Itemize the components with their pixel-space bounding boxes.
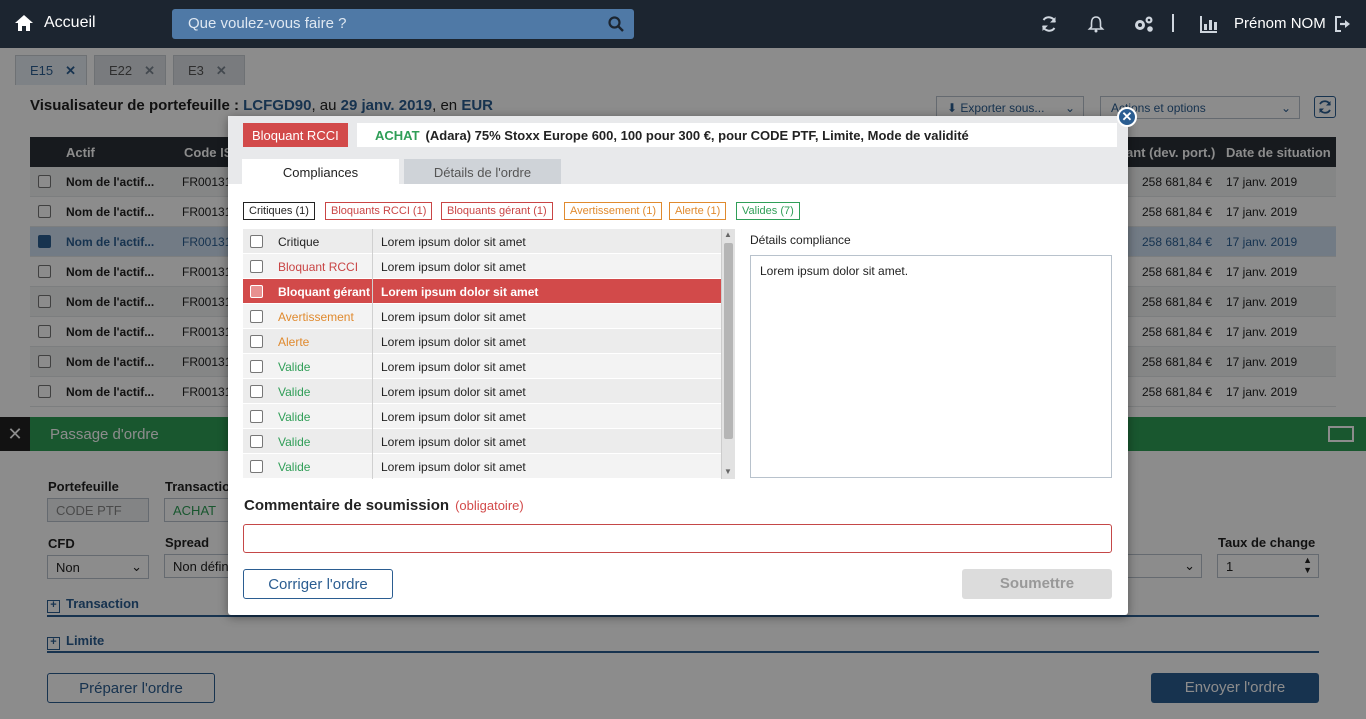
compliance-scrollbar[interactable]: ▲ ▼	[721, 229, 735, 479]
gears-icon[interactable]	[1133, 15, 1155, 33]
user-name[interactable]: Prénom NOM	[1234, 15, 1326, 32]
comment-input[interactable]	[243, 524, 1112, 553]
compliance-text: Lorem ipsum dolor sit amet	[381, 235, 526, 249]
details-textbox[interactable]: Lorem ipsum dolor sit amet.	[750, 255, 1112, 478]
refresh-icon[interactable]	[1040, 15, 1058, 33]
compliance-modal: Bloquant RCCI ACHAT (Adara) 75% Stoxx Eur…	[228, 107, 1137, 615]
row-checkbox[interactable]	[250, 360, 263, 373]
compliance-row[interactable]: Bloquant RCCI Lorem ipsum dolor sit amet	[243, 254, 721, 279]
submit-button[interactable]: Soumettre	[962, 569, 1112, 599]
comment-required-note: (obligatoire)	[455, 498, 524, 513]
compliance-filters: Critiques (1) Bloquants RCCI (1) Bloquants…	[243, 202, 843, 220]
compliance-text: Lorem ipsum dolor sit amet	[381, 460, 526, 474]
row-checkbox[interactable]	[250, 385, 263, 398]
home-icon	[15, 15, 33, 31]
compliance-row[interactable]: Valide Lorem ipsum dolor sit amet	[243, 354, 721, 379]
top-bar: Accueil Que voulez-vous faire ? Prénom N…	[0, 0, 1366, 48]
order-type: ACHAT	[375, 128, 420, 143]
compliance-type: Valide	[271, 354, 373, 379]
compliance-text: Lorem ipsum dolor sit amet	[381, 360, 526, 374]
row-checkbox[interactable]	[250, 410, 263, 423]
compliance-row[interactable]: Alerte Lorem ipsum dolor sit amet	[243, 329, 721, 354]
compliance-table: Critique Lorem ipsum dolor sit amet Bloqua…	[243, 229, 735, 479]
filter-chip[interactable]: Critiques (1)	[243, 202, 315, 220]
modal-header: Bloquant RCCI ACHAT (Adara) 75% Stoxx Eur…	[228, 116, 1128, 184]
chart-icon[interactable]	[1200, 15, 1218, 33]
close-modal-icon[interactable]: ✕	[1117, 107, 1137, 127]
compliance-type: Valide	[271, 379, 373, 404]
compliance-type: Critique	[271, 229, 373, 254]
row-checkbox[interactable]	[250, 260, 263, 273]
compliance-row[interactable]: Valide Lorem ipsum dolor sit amet	[243, 454, 721, 479]
scroll-up-icon[interactable]: ▲	[724, 230, 732, 239]
filter-chip[interactable]: Bloquants RCCI (1)	[325, 202, 433, 220]
logout-icon[interactable]	[1334, 15, 1352, 33]
compliance-row[interactable]: Valide Lorem ipsum dolor sit amet	[243, 404, 721, 429]
row-checkbox[interactable]	[250, 335, 263, 348]
compliance-text: Lorem ipsum dolor sit amet	[381, 435, 526, 449]
compliance-row[interactable]: Bloquant gérant Lorem ipsum dolor sit ame…	[243, 279, 721, 304]
filter-chip[interactable]: Valides (7)	[736, 202, 800, 220]
details-label: Détails compliance	[750, 233, 851, 247]
compliance-type: Valide	[271, 454, 373, 479]
order-summary: ACHAT (Adara) 75% Stoxx Europe 600, 100 p…	[357, 123, 1117, 147]
row-checkbox[interactable]	[250, 285, 263, 298]
compliance-text: Lorem ipsum dolor sit amet	[381, 410, 526, 424]
compliance-text: Lorem ipsum dolor sit amet	[381, 310, 526, 324]
scrollbar-thumb[interactable]	[724, 243, 733, 439]
order-description: (Adara) 75% Stoxx Europe 600, 100 pour 3…	[425, 128, 969, 143]
search-placeholder: Que voulez-vous faire ?	[188, 15, 347, 32]
tab-order-details[interactable]: Détails de l'ordre	[404, 159, 561, 184]
filter-chip[interactable]: Bloquants gérant (1)	[441, 202, 553, 220]
tab-compliances[interactable]: Compliances	[242, 159, 399, 184]
topbar-separator	[1172, 14, 1174, 32]
row-checkbox[interactable]	[250, 460, 263, 473]
search-input[interactable]: Que voulez-vous faire ?	[172, 9, 634, 39]
compliance-type: Alerte	[271, 329, 373, 354]
home-link[interactable]: Accueil	[14, 14, 96, 32]
compliance-row[interactable]: Valide Lorem ipsum dolor sit amet	[243, 379, 721, 404]
comment-label-text: Commentaire de soumission	[244, 497, 450, 514]
compliance-text: Lorem ipsum dolor sit amet	[381, 285, 539, 299]
compliance-type: Valide	[271, 429, 373, 454]
compliance-text: Lorem ipsum dolor sit amet	[381, 335, 526, 349]
compliance-type: Avertissement	[271, 304, 373, 329]
row-checkbox[interactable]	[250, 235, 263, 248]
row-checkbox[interactable]	[250, 435, 263, 448]
filter-chip[interactable]: Avertissement (1)	[564, 202, 662, 220]
home-label: Accueil	[44, 14, 96, 31]
compliance-type: Bloquant RCCI	[271, 254, 373, 279]
row-checkbox[interactable]	[250, 310, 263, 323]
compliance-text: Lorem ipsum dolor sit amet	[381, 385, 526, 399]
compliance-row[interactable]: Avertissement Lorem ipsum dolor sit amet	[243, 304, 721, 329]
compliance-type: Bloquant gérant	[271, 279, 373, 304]
scroll-down-icon[interactable]: ▼	[724, 467, 732, 476]
status-badge: Bloquant RCCI	[243, 123, 348, 147]
bell-icon[interactable]	[1087, 15, 1105, 33]
comment-label: Commentaire de soumission (obligatoire)	[244, 497, 524, 514]
search-icon	[608, 16, 624, 32]
filter-chip[interactable]: Alerte (1)	[669, 202, 727, 220]
compliance-row[interactable]: Valide Lorem ipsum dolor sit amet	[243, 429, 721, 454]
compliance-row[interactable]: Critique Lorem ipsum dolor sit amet	[243, 229, 721, 254]
compliance-type: Valide	[271, 404, 373, 429]
correct-order-button[interactable]: Corriger l'ordre	[243, 569, 393, 599]
compliance-text: Lorem ipsum dolor sit amet	[381, 260, 526, 274]
